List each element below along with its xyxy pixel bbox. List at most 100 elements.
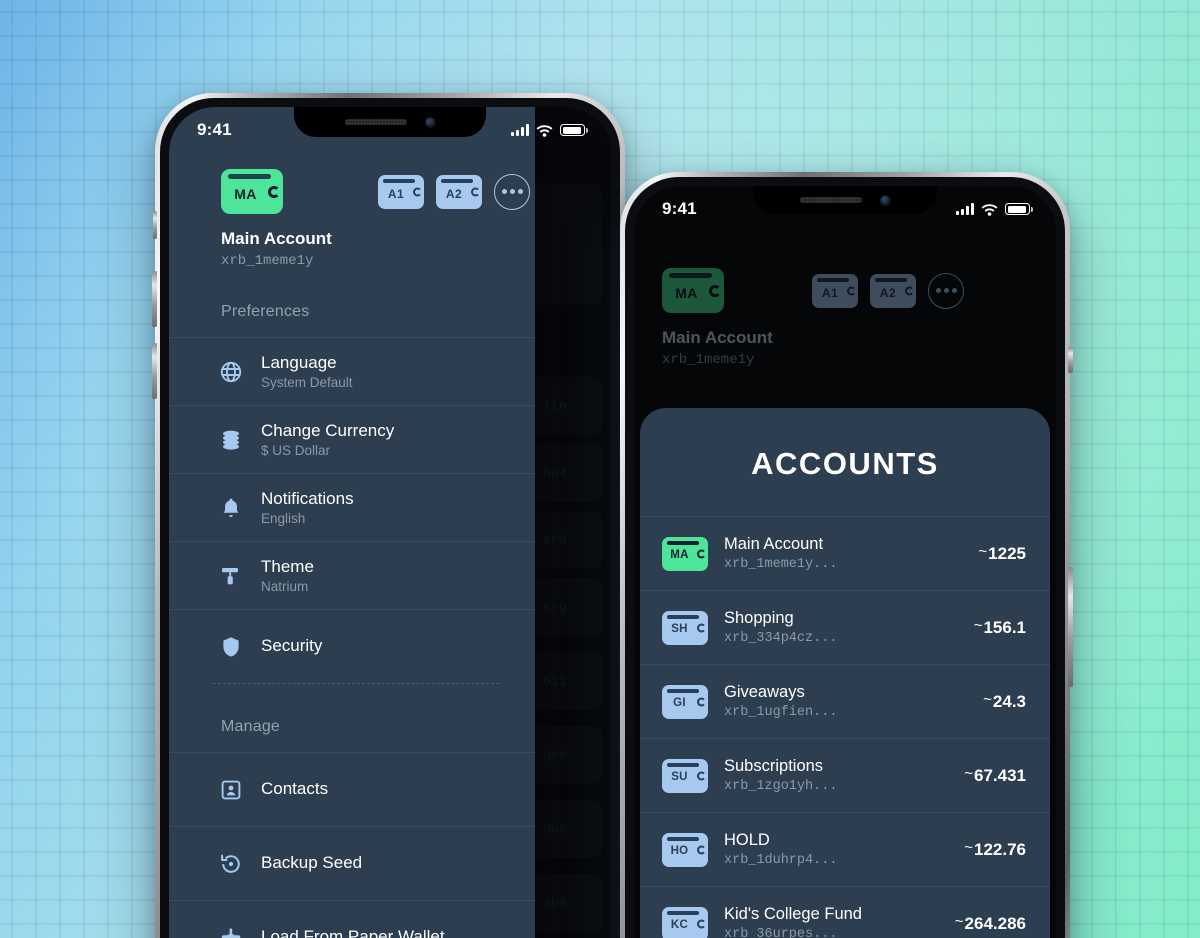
account-name: Giveaways — [724, 683, 805, 701]
wallet-flap — [667, 540, 699, 545]
contact-card-icon — [213, 778, 249, 802]
settings-item-change-currency[interactable]: Change Currency $ US Dollar — [169, 405, 535, 473]
settings-item-contacts[interactable]: Contacts — [169, 752, 535, 826]
account-row[interactable]: GI Giveaways xrb_1ugfien... ~24.3 — [640, 664, 1050, 738]
status-indicators — [511, 124, 588, 137]
settings-item-text: Change Currency $ US Dollar — [261, 421, 394, 458]
wallet-row: MA A1 A2 — [221, 169, 535, 214]
battery-icon — [1005, 203, 1033, 215]
account-name: Shopping — [724, 609, 794, 627]
settings-item-text: Notifications English — [261, 489, 354, 526]
settings-item-subtitle: System Default — [261, 375, 353, 391]
phone2-bezel: MA A1 A2 — [625, 177, 1065, 938]
accounts-list: MA Main Account xrb_1meme1y... ~1225 SH … — [640, 516, 1050, 938]
account-balance-value: 24.3 — [992, 691, 1026, 711]
settings-item-title: Change Currency — [261, 420, 395, 440]
settings-item-subtitle: English — [261, 511, 306, 527]
wallet-clasp — [697, 697, 706, 706]
account-text: Subscriptions xrb_1zgo1yh... — [724, 757, 964, 794]
shield-icon — [213, 635, 249, 659]
volume-up-button[interactable] — [152, 271, 157, 327]
bell-icon — [213, 496, 249, 520]
settings-drawer: MA A1 A2 Main Account xrb_1meme1y Prefer… — [169, 107, 535, 938]
account-row[interactable]: SH Shopping xrb_334p4cz... ~156.1 — [640, 590, 1050, 664]
settings-item-subtitle: $ US Dollar — [261, 443, 331, 459]
mini-wallet-group: A1 A2 — [378, 173, 530, 210]
mini-wallet-initials: A1 — [387, 186, 405, 201]
account-row[interactable]: HO HOLD xrb_1duhrp4... ~122.76 — [640, 812, 1050, 886]
mini-wallet-a1[interactable]: A1 — [378, 174, 424, 209]
restore-icon — [213, 852, 249, 876]
settings-item-text: Contacts — [261, 779, 328, 799]
power-button-long[interactable] — [1068, 567, 1073, 687]
account-text: HOLD xrb_1duhrp4... — [724, 831, 964, 868]
settings-item-security[interactable]: Security — [169, 609, 535, 683]
wallet-initials: MA — [234, 186, 257, 202]
paint-roller-icon — [213, 564, 249, 588]
wifi-icon — [536, 124, 553, 137]
power-button[interactable] — [1068, 347, 1073, 373]
mini-wallet-a2[interactable]: A2 — [436, 174, 482, 209]
front-camera — [424, 116, 436, 128]
account-address: xrb_334p4cz... — [724, 631, 838, 646]
account-balance: ~67.431 — [964, 765, 1026, 786]
globe-icon — [213, 360, 249, 384]
more-horizontal-icon[interactable] — [494, 173, 530, 210]
volume-down-button[interactable] — [152, 343, 157, 399]
wallet-flap — [667, 836, 699, 841]
screenshot-stage: lin hd4 ard erg 61i qee nos ab9 — [0, 0, 1200, 938]
paper-wallet-icon — [213, 926, 249, 938]
account-initials: GI — [673, 696, 686, 709]
wallet-icon[interactable]: MA — [221, 169, 283, 214]
silent-switch[interactable] — [153, 211, 157, 239]
status-indicators — [956, 203, 1033, 216]
wallet-clasp — [413, 187, 422, 196]
account-balance: ~264.286 — [955, 913, 1026, 934]
front-camera — [879, 194, 891, 206]
wallet-flap — [383, 178, 415, 183]
settings-item-text: Backup Seed — [261, 853, 362, 873]
section-label-preferences: Preferences — [221, 303, 310, 320]
accounts-sheet-title: ACCOUNTS — [751, 446, 939, 481]
accounts-modal-sheet: ACCOUNTS MA Main Account xrb_1meme1y... — [640, 408, 1050, 938]
settings-item-text: Language System Default — [261, 353, 353, 390]
settings-item-theme[interactable]: Theme Natrium — [169, 541, 535, 609]
account-balance: ~1225 — [978, 543, 1026, 564]
account-address: xrb_36urpes... — [724, 927, 838, 938]
manage-list: Contacts Backup Seed Load From Paper Wal… — [169, 752, 535, 938]
wallet-flap — [441, 178, 473, 183]
wifi-icon — [981, 203, 998, 216]
account-text: Shopping xrb_334p4cz... — [724, 609, 974, 646]
settings-item-notifications[interactable]: Notifications English — [169, 473, 535, 541]
account-text: Kid's College Fund xrb_36urpes... — [724, 905, 955, 938]
account-row[interactable]: MA Main Account xrb_1meme1y... ~1225 — [640, 516, 1050, 590]
wallet-clasp — [471, 187, 480, 196]
phone2-notch — [753, 186, 937, 214]
account-balance-value: 67.431 — [974, 765, 1026, 785]
status-time: 9:41 — [662, 199, 697, 218]
wallet-icon: HO — [662, 832, 708, 867]
wallet-clasp — [697, 623, 706, 632]
account-initials: SU — [671, 770, 688, 783]
approx-prefix: ~ — [964, 838, 973, 856]
account-row[interactable]: KC Kid's College Fund xrb_36urpes... ~26… — [640, 886, 1050, 938]
account-address: xrb_1duhrp4... — [724, 853, 838, 868]
wallet-flap — [667, 614, 699, 619]
account-name: Subscriptions — [724, 757, 824, 775]
earpiece-speaker — [799, 197, 862, 203]
account-row[interactable]: SU Subscriptions xrb_1zgo1yh... ~67.431 — [640, 738, 1050, 812]
wallet-flap — [228, 174, 271, 179]
account-address: xrb_1ugfien... — [724, 705, 838, 720]
account-name: Kid's College Fund — [724, 905, 862, 923]
account-address: xrb_1meme1y... — [724, 557, 838, 572]
settings-item-load-paper-wallet[interactable]: Load From Paper Wallet — [169, 900, 535, 938]
account-initials: HO — [670, 844, 689, 857]
approx-prefix: ~ — [973, 616, 983, 634]
signal-bars-icon — [511, 124, 529, 136]
account-address: xrb_1zgo1yh... — [724, 779, 838, 794]
settings-item-language[interactable]: Language System Default — [169, 337, 535, 405]
wallet-flap — [667, 910, 699, 915]
settings-item-backup-seed[interactable]: Backup Seed — [169, 826, 535, 900]
settings-item-title: Security — [261, 636, 323, 656]
account-balance: ~122.76 — [964, 838, 1026, 860]
